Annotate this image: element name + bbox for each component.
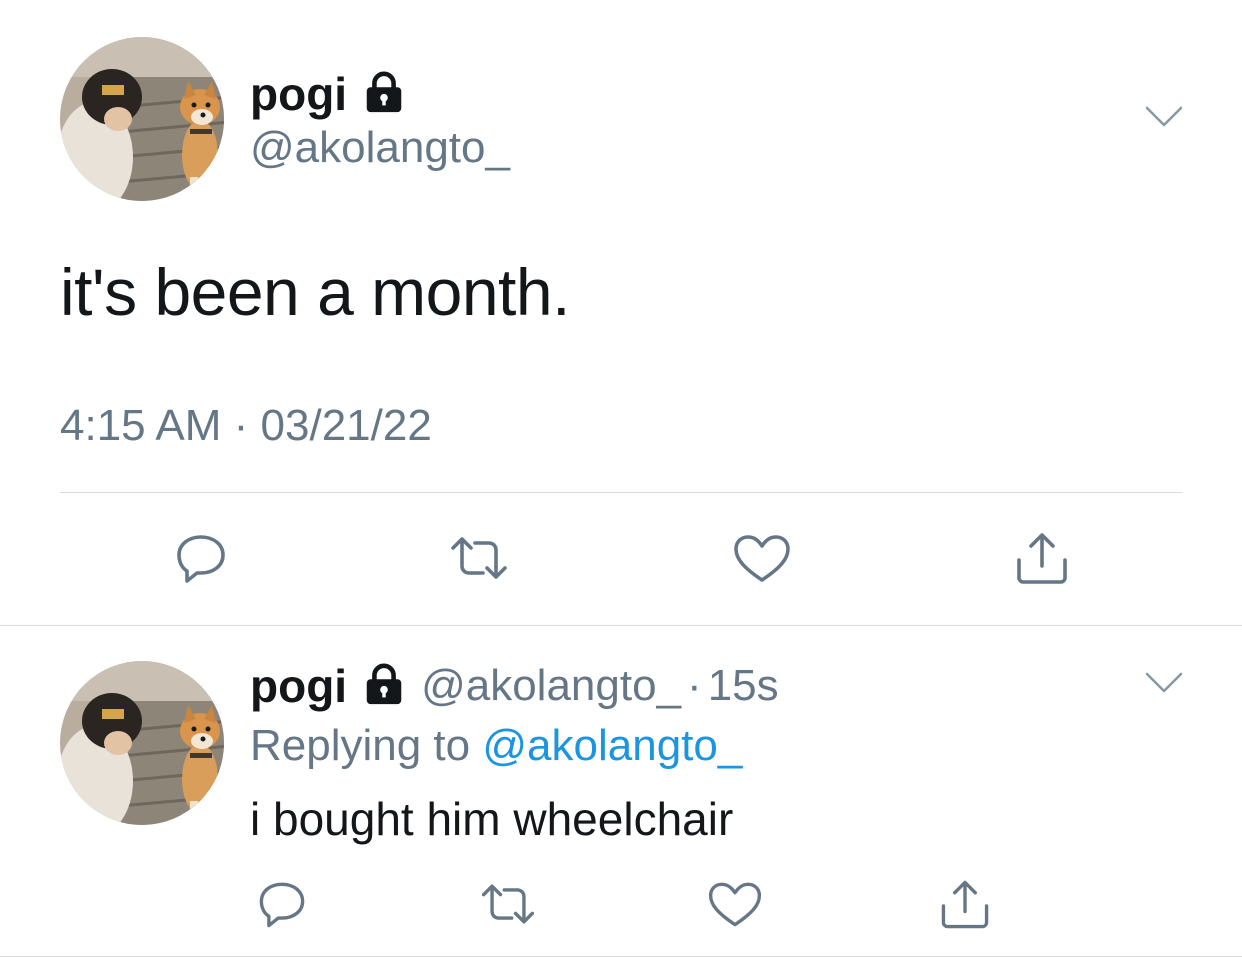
reply-icon[interactable] bbox=[252, 874, 312, 934]
like-icon[interactable] bbox=[730, 526, 794, 590]
author-handle[interactable]: @akolangto_ bbox=[250, 123, 510, 172]
reply-icon[interactable] bbox=[169, 526, 233, 590]
divider bbox=[0, 625, 1242, 626]
divider bbox=[60, 492, 1182, 493]
share-icon[interactable] bbox=[1010, 526, 1074, 590]
share-icon[interactable] bbox=[935, 874, 995, 934]
display-name[interactable]: pogi bbox=[250, 71, 347, 117]
author-handle[interactable]: @akolangto_ bbox=[421, 661, 681, 711]
tweet-timestamp: 4:15 AM · 03/21/22 bbox=[60, 401, 432, 450]
author-name-row: pogi bbox=[250, 66, 407, 122]
retweet-icon[interactable] bbox=[447, 526, 511, 590]
chevron-down-icon[interactable] bbox=[1144, 670, 1184, 696]
retweet-icon[interactable] bbox=[478, 874, 538, 934]
separator-dot: · bbox=[687, 661, 702, 710]
chevron-down-icon[interactable] bbox=[1144, 104, 1184, 130]
divider bbox=[0, 956, 1242, 957]
replying-to-line: Replying to @akolangto_ bbox=[250, 720, 742, 773]
author-avatar[interactable] bbox=[60, 37, 224, 201]
lock-icon bbox=[361, 661, 407, 712]
avatar-photo bbox=[60, 37, 224, 201]
reply-author-avatar[interactable] bbox=[60, 661, 224, 825]
like-icon[interactable] bbox=[705, 874, 765, 934]
tweet-text: i bought him wheelchair bbox=[250, 793, 734, 845]
display-name[interactable]: pogi bbox=[250, 663, 347, 709]
tweet-text: it's been a month. bbox=[60, 255, 570, 329]
reply-header: pogi @akolangto_ · 15s bbox=[250, 658, 779, 714]
lock-icon bbox=[361, 69, 407, 120]
tweet-age[interactable]: 15s bbox=[708, 661, 779, 711]
replying-to-mention[interactable]: @akolangto_ bbox=[482, 721, 742, 770]
replying-to-label: Replying to bbox=[250, 721, 471, 770]
avatar-photo bbox=[60, 661, 224, 825]
